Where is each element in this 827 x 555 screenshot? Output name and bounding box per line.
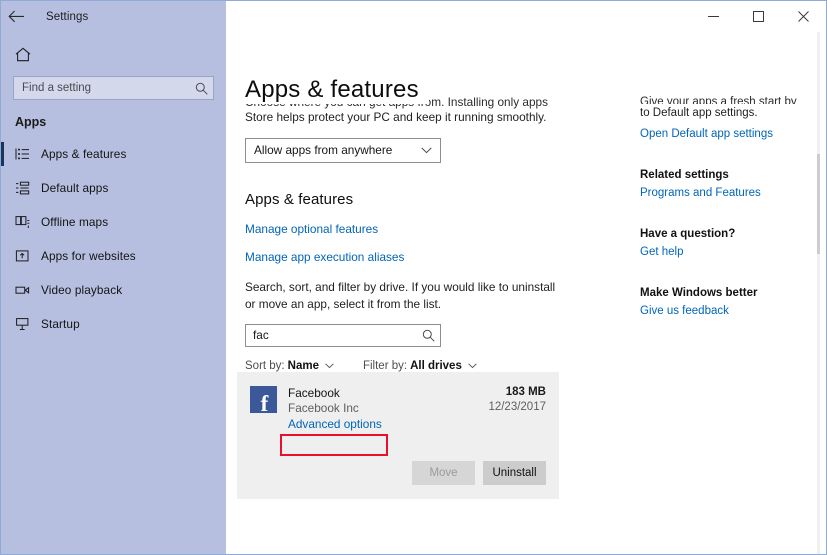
list-icon (15, 147, 41, 161)
page-title: Apps & features (245, 76, 429, 104)
filter-by-label: Filter by: (362, 359, 408, 372)
map-icon (15, 215, 41, 229)
window-title: Settings (46, 10, 89, 23)
sidebar-item-label: Startup (41, 317, 80, 331)
app-install-date: 12/23/2017 (488, 401, 546, 413)
related-settings-heading: Related settings (640, 168, 729, 181)
title-bar: Settings (1, 1, 826, 32)
sidebar-item-label: Video playback (41, 283, 123, 297)
app-source-value: Allow apps from anywhere (254, 143, 393, 158)
app-size: 183 MB (505, 386, 546, 398)
section-heading: Apps & features (245, 190, 354, 208)
sort-by-value: Name (287, 359, 319, 372)
intro-text: Store helps protect your PC and keep it … (245, 110, 547, 124)
filter-by-control[interactable]: Filter by: All drives (363, 360, 477, 372)
sort-by-label: Sort by: (245, 359, 285, 372)
uninstall-button[interactable]: Uninstall (483, 461, 546, 485)
chevron-down-icon (325, 363, 334, 369)
close-button[interactable] (781, 1, 826, 32)
advanced-options-link[interactable]: Advanced options (288, 417, 382, 431)
app-search-box[interactable] (245, 323, 441, 347)
annotation-highlight-box (280, 434, 388, 456)
app-list-item[interactable]: f Facebook Facebook Inc Advanced options… (237, 372, 559, 499)
programs-and-features-link[interactable]: Programs and Features (640, 187, 805, 199)
video-icon (15, 283, 41, 297)
minimize-button[interactable] (691, 1, 736, 32)
sidebar-item-label: Offline maps (41, 215, 109, 229)
filter-by-value: All drives (410, 359, 462, 372)
manage-app-execution-aliases-link[interactable]: Manage app execution aliases (245, 250, 565, 264)
chevron-down-icon (421, 147, 432, 154)
caption-buttons (691, 1, 826, 32)
sidebar: Apps Apps & features (1, 32, 226, 554)
scrollbar-thumb[interactable] (817, 154, 820, 254)
vertical-scrollbar[interactable] (817, 32, 820, 554)
sidebar-item-apps-for-websites[interactable]: Apps for websites (1, 239, 226, 273)
open-default-app-settings-link[interactable]: Open Default app settings (640, 128, 805, 140)
search-icon (189, 82, 213, 95)
manage-optional-features-link[interactable]: Manage optional features (245, 222, 565, 236)
get-help-link[interactable]: Get help (640, 246, 805, 258)
app-action-buttons: Move Uninstall (412, 461, 546, 485)
home-icon (15, 47, 31, 62)
app-row: f Facebook Facebook Inc Advanced options… (237, 372, 559, 433)
find-a-setting-box[interactable] (13, 76, 214, 100)
find-a-setting-input[interactable] (14, 82, 189, 94)
default-apps-text: to Default app settings. (640, 107, 758, 119)
default-apps-icon (15, 181, 41, 195)
sidebar-item-label: Default apps (41, 181, 109, 195)
sidebar-item-video-playback[interactable]: Video playback (1, 273, 226, 307)
sidebar-item-default-apps[interactable]: Default apps (1, 171, 226, 205)
home-button[interactable] (1, 32, 226, 76)
give-us-feedback-link[interactable]: Give us feedback (640, 305, 805, 317)
facebook-icon: f (250, 386, 277, 416)
related-column: Give your apps a fresh start by going to… (640, 94, 805, 317)
facebook-icon-glyph: f (260, 391, 269, 416)
sidebar-item-apps-features[interactable]: Apps & features (1, 137, 226, 171)
title-bar-left: Settings (1, 1, 226, 32)
list-description: Search, sort, and filter by drive. If yo… (245, 279, 556, 311)
chevron-down-icon (468, 363, 477, 369)
main-content: Apps & features Choose where you can get… (226, 32, 826, 554)
nav-group-title: Apps (15, 115, 47, 129)
sidebar-item-startup[interactable]: Startup (1, 307, 226, 341)
sidebar-item-offline-maps[interactable]: Offline maps (1, 205, 226, 239)
sidebar-item-label: Apps for websites (41, 249, 136, 263)
website-apps-icon (15, 249, 41, 263)
startup-icon (15, 317, 41, 331)
sidebar-item-label: Apps & features (41, 147, 127, 161)
search-icon (416, 329, 440, 342)
sidebar-search-wrap (1, 76, 226, 100)
move-button[interactable]: Move (412, 461, 475, 485)
sort-by-control[interactable]: Sort by: Name (245, 360, 334, 372)
maximize-button[interactable] (736, 1, 781, 32)
settings-column: Choose where you can get apps from. Inst… (245, 94, 565, 372)
settings-window: Settings Find a setting Apps Apps & feat… (0, 0, 827, 555)
app-meta: 183 MB 12/23/2017 (488, 386, 546, 413)
app-search-input[interactable] (246, 328, 416, 343)
make-windows-better-heading: Make Windows better (640, 286, 758, 299)
clipped-default-apps-text: Give your apps a fresh start by going (640, 96, 797, 104)
back-arrow-icon[interactable] (1, 1, 31, 32)
have-a-question-heading: Have a question? (640, 227, 736, 240)
filter-row: Sort by: Name Filter by: All drives (245, 360, 565, 372)
app-source-select[interactable]: Allow apps from anywhere (245, 137, 441, 163)
